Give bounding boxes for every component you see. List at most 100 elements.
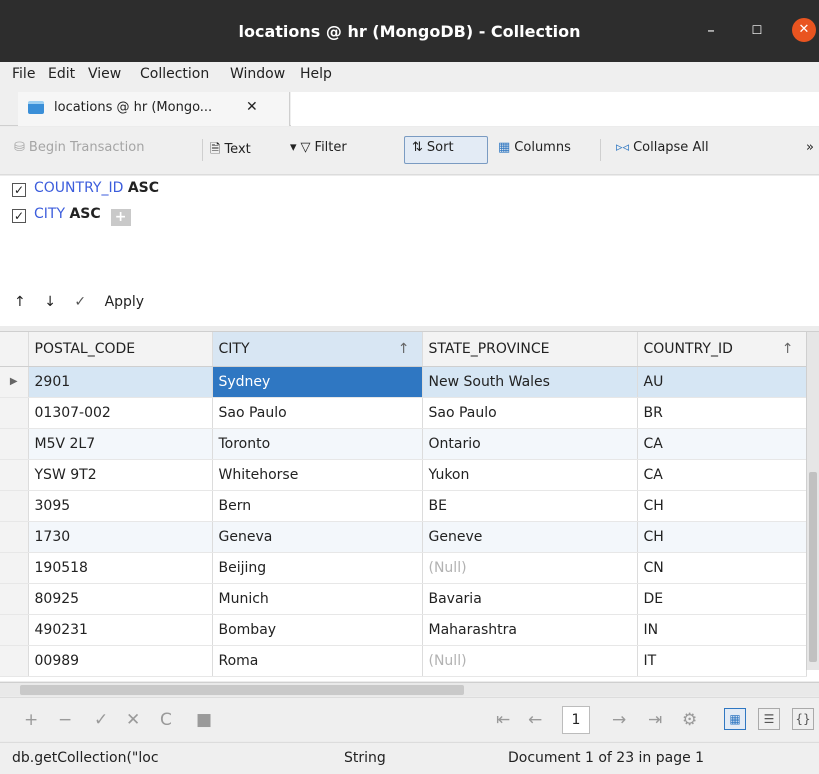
cell-state-province[interactable]: Sao Paulo — [422, 397, 638, 429]
stop-icon[interactable]: ■ — [196, 710, 212, 730]
table-row[interactable]: 00989 Roma (Null) IT — [0, 645, 807, 677]
sort-checkbox[interactable]: ✓ — [12, 183, 26, 197]
column-header-country-id[interactable]: COUNTRY_ID ↑ — [637, 332, 807, 367]
cell-country-id[interactable]: BR — [637, 397, 807, 429]
cell-postal-code[interactable]: 80925 — [28, 583, 213, 615]
collapse-all-button[interactable]: ▹◃ Collapse All — [616, 140, 709, 155]
column-header-city[interactable]: CITY ↑ — [212, 332, 423, 367]
delete-document-icon[interactable]: − — [58, 710, 72, 730]
text-view-button[interactable]: 🗎 Text — [210, 140, 251, 162]
cell-postal-code[interactable]: 00989 — [28, 645, 213, 677]
apply-button[interactable]: ✓ Apply — [74, 294, 158, 310]
column-header-postal-code[interactable]: POSTAL_CODE — [28, 332, 213, 367]
cell-state-province[interactable]: (Null) — [422, 645, 638, 677]
cell-city[interactable]: Sao Paulo — [212, 397, 423, 429]
cell-city[interactable]: Bern — [212, 490, 423, 522]
cell-state-province[interactable]: Maharashtra — [422, 614, 638, 646]
cell-postal-code[interactable]: 2901 — [28, 366, 213, 398]
discard-changes-icon[interactable]: ✕ — [126, 710, 140, 730]
json-view-icon[interactable]: {} — [792, 708, 814, 730]
columns-button[interactable]: ▦ Columns — [498, 140, 571, 155]
vertical-scroll-thumb[interactable] — [809, 472, 817, 662]
cell-city[interactable]: Beijing — [212, 552, 423, 584]
add-document-icon[interactable]: + — [24, 710, 38, 730]
menu-window[interactable]: Window — [230, 66, 285, 82]
cell-postal-code[interactable]: 1730 — [28, 521, 213, 553]
menu-edit[interactable]: Edit — [48, 66, 75, 82]
cell-state-province[interactable]: Geneve — [422, 521, 638, 553]
cell-country-id[interactable]: CN — [637, 552, 807, 584]
cell-postal-code[interactable]: 490231 — [28, 614, 213, 646]
cell-postal-code[interactable]: M5V 2L7 — [28, 428, 213, 460]
table-row[interactable]: 80925 Munich Bavaria DE — [0, 583, 807, 615]
refresh-icon[interactable]: C — [160, 710, 172, 730]
cell-city[interactable]: Sydney — [212, 366, 423, 398]
sort-order[interactable]: ASC — [69, 206, 100, 222]
menu-file[interactable]: File — [12, 66, 35, 82]
cell-country-id[interactable]: IT — [637, 645, 807, 677]
table-row[interactable]: 190518 Beijing (Null) CN — [0, 552, 807, 584]
cell-country-id[interactable]: CH — [637, 521, 807, 553]
cell-country-id[interactable]: CA — [637, 428, 807, 460]
cell-state-province[interactable]: Yukon — [422, 459, 638, 491]
column-header-state-province[interactable]: STATE_PROVINCE — [422, 332, 638, 367]
page-number-input[interactable]: 1 — [562, 706, 590, 734]
cell-country-id[interactable]: IN — [637, 614, 807, 646]
previous-page-icon[interactable]: ← — [528, 710, 542, 730]
add-sort-button[interactable]: + — [110, 209, 131, 226]
table-row[interactable]: 01307-002 Sao Paulo Sao Paulo BR — [0, 397, 807, 429]
cell-country-id[interactable]: DE — [637, 583, 807, 615]
cell-postal-code[interactable]: 190518 — [28, 552, 213, 584]
cell-state-province[interactable]: (Null) — [422, 552, 638, 584]
move-up-icon[interactable]: ↑ — [14, 294, 26, 310]
tab-close-icon[interactable]: ✕ — [246, 99, 258, 115]
sort-row[interactable]: ✓ COUNTRY_ID ASC — [12, 180, 159, 197]
next-page-icon[interactable]: → — [612, 710, 626, 730]
maximize-icon[interactable]: ☐ — [745, 18, 769, 42]
cell-state-province[interactable]: BE — [422, 490, 638, 522]
minimize-icon[interactable]: – — [699, 18, 723, 42]
menu-view[interactable]: View — [88, 66, 121, 82]
cell-postal-code[interactable]: 3095 — [28, 490, 213, 522]
begin-transaction-button[interactable]: ⛁ Begin Transaction — [14, 140, 144, 155]
table-row[interactable]: 1730 Geneva Geneve CH — [0, 521, 807, 553]
horizontal-scrollbar[interactable] — [0, 682, 819, 696]
vertical-scrollbar[interactable] — [806, 332, 819, 670]
cell-city[interactable]: Geneva — [212, 521, 423, 553]
cell-state-province[interactable]: Ontario — [422, 428, 638, 460]
menu-help[interactable]: Help — [300, 66, 332, 82]
horizontal-scroll-thumb[interactable] — [20, 685, 464, 695]
table-row[interactable]: YSW 9T2 Whitehorse Yukon CA — [0, 459, 807, 491]
table-row[interactable]: 490231 Bombay Maharashtra IN — [0, 614, 807, 646]
toolbar-overflow-icon[interactable]: » — [806, 140, 814, 155]
cell-state-province[interactable]: Bavaria — [422, 583, 638, 615]
cell-postal-code[interactable]: 01307-002 — [28, 397, 213, 429]
cell-city[interactable]: Roma — [212, 645, 423, 677]
cell-state-province[interactable]: New South Wales — [422, 366, 638, 398]
tab-locations[interactable]: locations @ hr (Mongo... ✕ — [18, 92, 290, 126]
table-row[interactable]: 3095 Bern BE CH — [0, 490, 807, 522]
grid-view-icon[interactable]: ▦ — [724, 708, 746, 730]
cell-city[interactable]: Whitehorse — [212, 459, 423, 491]
cell-city[interactable]: Toronto — [212, 428, 423, 460]
table-row[interactable]: ▶ 2901 Sydney New South Wales AU — [0, 366, 807, 398]
settings-icon[interactable]: ⚙ — [682, 710, 697, 730]
form-view-icon[interactable]: ☰ — [758, 708, 780, 730]
table-row[interactable]: M5V 2L7 Toronto Ontario CA — [0, 428, 807, 460]
sort-checkbox[interactable]: ✓ — [12, 209, 26, 223]
cell-postal-code[interactable]: YSW 9T2 — [28, 459, 213, 491]
cell-city[interactable]: Munich — [212, 583, 423, 615]
sort-row[interactable]: ✓ CITY ASC + — [12, 206, 131, 226]
filter-button[interactable]: ▾ ▽ Filter — [290, 140, 347, 155]
sort-button[interactable]: ⇅ Sort — [412, 140, 454, 155]
cell-country-id[interactable]: CA — [637, 459, 807, 491]
cell-city[interactable]: Bombay — [212, 614, 423, 646]
cell-country-id[interactable]: AU — [637, 366, 807, 398]
sort-order[interactable]: ASC — [128, 180, 159, 196]
cell-country-id[interactable]: CH — [637, 490, 807, 522]
first-page-icon[interactable]: ⇤ — [496, 710, 510, 730]
close-icon[interactable]: ✕ — [792, 18, 816, 42]
last-page-icon[interactable]: ⇥ — [648, 710, 662, 730]
apply-changes-icon[interactable]: ✓ — [94, 710, 108, 730]
move-down-icon[interactable]: ↓ — [44, 294, 56, 310]
